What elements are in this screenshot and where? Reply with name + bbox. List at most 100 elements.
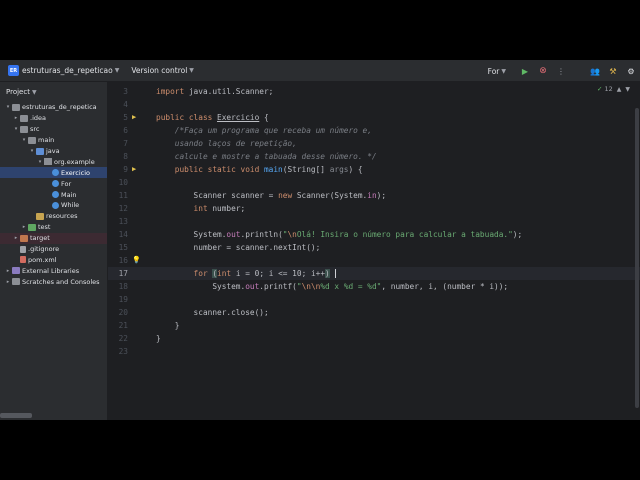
code-text: System.out.println("\nOlá! Insira o núme… <box>156 230 523 239</box>
code-line[interactable]: 5 ▶ public class Exercicio { <box>108 111 640 124</box>
line-number[interactable]: 4 <box>108 100 128 109</box>
line-number[interactable]: 9 <box>108 165 128 174</box>
tree-item[interactable]: .gitignore <box>0 244 107 255</box>
code-line[interactable]: 4 <box>108 98 640 111</box>
code-token: \n\n <box>301 281 321 291</box>
tree-item[interactable]: ▸ .idea <box>0 113 107 124</box>
title-bar: ER estruturas_de_repeticao ▼ Version con… <box>0 60 640 82</box>
line-number[interactable]: 8 <box>108 152 128 161</box>
tree-item[interactable]: ▸ External Libraries <box>0 265 107 276</box>
chevron-down-icon[interactable]: ▾ <box>28 148 36 154</box>
code-line[interactable]: 13 <box>108 215 640 228</box>
code-line[interactable]: 15 number = scanner.nextInt(); <box>108 241 640 254</box>
project-name[interactable]: estruturas_de_repeticao <box>22 66 113 75</box>
line-number[interactable]: 21 <box>108 321 128 330</box>
code-line[interactable]: 6 /*Faça um programa que receba um númer… <box>108 124 640 137</box>
tree-item-label: Exercicio <box>61 168 91 177</box>
chevron-down-icon[interactable]: ▾ <box>12 126 20 132</box>
code-line[interactable]: 7 usando laços de repetição, <box>108 137 640 150</box>
tree-item[interactable]: ▸ test <box>0 222 107 233</box>
chevron-right-icon[interactable]: ▸ <box>12 235 20 241</box>
code-line[interactable]: 16 💡 <box>108 254 640 267</box>
run-gutter-icon[interactable]: ▶ <box>132 165 136 173</box>
line-number[interactable]: 17 <box>108 269 128 278</box>
code-text: System.out.printf("\n\n%d x %d = %d", nu… <box>156 282 508 291</box>
code-line[interactable]: 18 System.out.printf("\n\n%d x %d = %d",… <box>108 280 640 293</box>
line-number[interactable]: 7 <box>108 139 128 148</box>
tree-item[interactable]: resources <box>0 211 107 222</box>
code-line[interactable]: 9 ▶ public static void main(String[] args… <box>108 163 640 176</box>
people-icon[interactable]: 👥 <box>586 67 604 76</box>
tree-item-label: test <box>38 223 51 232</box>
version-control-menu[interactable]: Version control ▼ <box>131 66 194 75</box>
code-token: in <box>367 190 377 200</box>
lightbulb-icon[interactable]: 💡 <box>132 256 141 264</box>
line-number[interactable]: 19 <box>108 295 128 304</box>
line-number[interactable]: 11 <box>108 191 128 200</box>
tree-item[interactable]: ▾ org.example <box>0 156 107 167</box>
tree-item[interactable]: ▾ main <box>0 135 107 146</box>
code-line[interactable]: 11 Scanner scanner = new Scanner(System.… <box>108 189 640 202</box>
chevron-down-icon[interactable]: ▾ <box>36 159 44 165</box>
line-number[interactable]: 22 <box>108 334 128 343</box>
line-number[interactable]: 15 <box>108 243 128 252</box>
line-number[interactable]: 5 <box>108 113 128 122</box>
code-line[interactable]: 22} <box>108 332 640 345</box>
code-line[interactable]: 12 int number; <box>108 202 640 215</box>
chevron-down-icon[interactable]: ▼ <box>115 67 120 74</box>
line-number[interactable]: 18 <box>108 282 128 291</box>
line-number[interactable]: 20 <box>108 308 128 317</box>
code-token: int <box>156 203 213 213</box>
chevron-right-icon[interactable]: ▸ <box>4 268 12 274</box>
line-number[interactable]: 14 <box>108 230 128 239</box>
code-line[interactable]: 17 for (int i = 0; i <= 10; i++) <box>108 267 640 280</box>
code-line[interactable]: 19 <box>108 293 640 306</box>
folder-src-icon <box>36 147 44 155</box>
chevron-right-icon[interactable]: ▸ <box>20 224 28 230</box>
code-line[interactable]: 21 } <box>108 319 640 332</box>
line-number[interactable]: 16 <box>108 256 128 265</box>
more-icon[interactable]: ⋮ <box>552 67 570 76</box>
run-icon[interactable]: ▶ <box>516 67 534 76</box>
stop-icon[interactable]: ⊗ <box>534 66 552 76</box>
code-line[interactable]: 8 calcule e mostre a tabuada desse númer… <box>108 150 640 163</box>
horizontal-scrollbar[interactable] <box>0 413 32 418</box>
code-text: for (int i = 0; i <= 10; i++) <box>156 268 337 278</box>
folder-res-icon <box>36 212 44 220</box>
run-config-selector[interactable]: For ▼ <box>488 67 506 76</box>
line-number[interactable]: 10 <box>108 178 128 187</box>
tree-item[interactable]: ▸ target <box>0 232 107 244</box>
code-line[interactable]: 10 <box>108 176 640 189</box>
code-token: usando laços de repetição, <box>156 138 297 148</box>
code-token: new <box>278 190 297 200</box>
tree-item[interactable]: For <box>0 178 107 189</box>
tree-item[interactable]: pom.xml <box>0 254 107 265</box>
chevron-right-icon[interactable]: ▸ <box>4 279 12 285</box>
chevron-right-icon[interactable]: ▸ <box>12 115 20 121</box>
project-panel-header[interactable]: Project ▼ <box>0 82 107 102</box>
code-line[interactable]: 20 scanner.close(); <box>108 306 640 319</box>
code-line[interactable]: 23 <box>108 345 640 358</box>
tree-item[interactable]: While <box>0 200 107 211</box>
tree-item[interactable]: Main <box>0 189 107 200</box>
tree-item[interactable]: Exercicio <box>0 167 107 179</box>
vertical-scrollbar[interactable] <box>635 108 639 408</box>
tree-item[interactable]: ▾ src <box>0 124 107 135</box>
project-badge[interactable]: ER <box>8 65 19 76</box>
chevron-down-icon[interactable]: ▾ <box>4 104 12 110</box>
line-number[interactable]: 23 <box>108 347 128 356</box>
line-number[interactable]: 13 <box>108 217 128 226</box>
run-gutter-icon[interactable]: ▶ <box>132 113 136 121</box>
tree-item[interactable]: ▾ estruturas_de_repetica <box>0 102 107 113</box>
tree-item[interactable]: ▸ Scratches and Consoles <box>0 276 107 287</box>
line-number[interactable]: 3 <box>108 87 128 96</box>
code-line[interactable]: 14 System.out.println("\nOlá! Insira o n… <box>108 228 640 241</box>
code-editor[interactable]: ✓ 12 ▲ ▼ 3 import java.util.Scanner; 4 5 ▶ pu… <box>108 82 640 420</box>
chevron-down-icon[interactable]: ▾ <box>20 137 28 143</box>
line-number[interactable]: 12 <box>108 204 128 213</box>
tools-icon[interactable]: ⚒ <box>604 67 622 76</box>
settings-icon[interactable]: ⚙ <box>622 67 640 76</box>
code-line[interactable]: 3 import java.util.Scanner; <box>108 85 640 98</box>
line-number[interactable]: 6 <box>108 126 128 135</box>
tree-item[interactable]: ▾ java <box>0 146 107 157</box>
